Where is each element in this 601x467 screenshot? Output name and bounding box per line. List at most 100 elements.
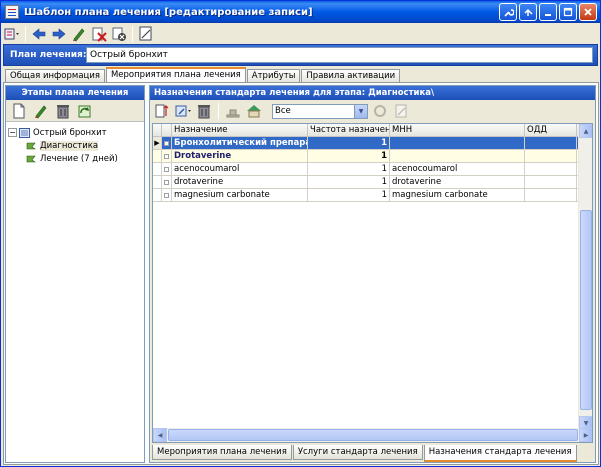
table-row[interactable]: acenocoumarol 1 acenocoumarol	[153, 163, 592, 176]
horizontal-scrollbar[interactable]: ◀ ▶	[153, 428, 592, 442]
cell-frequency: 1	[308, 163, 390, 176]
table-row[interactable]: Drotaverine 1	[153, 150, 592, 163]
stages-pane: Этапы плана лечения − Острый бронхит Диа…	[5, 85, 145, 463]
cell-odd	[525, 163, 577, 176]
stages-tree: − Острый бронхит Диагностика Лечение (7 …	[6, 122, 144, 169]
new-doc-icon[interactable]	[10, 102, 28, 120]
row-checkbox[interactable]	[162, 137, 172, 150]
plan-node-icon	[19, 127, 30, 138]
chevron-down-icon[interactable]: ▼	[354, 104, 367, 118]
tab-attributes[interactable]: Атрибуты	[246, 69, 301, 83]
tree-stage-label: Диагностика	[40, 140, 99, 151]
row-indicator-header	[153, 124, 162, 137]
row-indicator	[153, 163, 162, 176]
disabled-circle-icon	[371, 102, 389, 120]
vertical-scrollbar[interactable]: ▲ ▼	[578, 124, 592, 430]
wrench-icon[interactable]	[499, 3, 517, 21]
close-icon[interactable]	[579, 3, 597, 21]
prescriptions-toolbar: Все ▼	[150, 100, 595, 122]
app-icon	[5, 5, 19, 19]
main-window: Шаблон плана лечения [редактирование зап…	[0, 0, 601, 467]
column-header-name[interactable]: Назначение	[172, 124, 308, 137]
row-checkbox[interactable]	[162, 176, 172, 189]
cell-odd	[525, 137, 577, 150]
tab-standard-prescriptions[interactable]: Назначения стандарта лечения	[423, 445, 577, 462]
collapse-icon[interactable]: −	[8, 128, 17, 137]
row-indicator	[153, 176, 162, 189]
sort-icon[interactable]	[153, 102, 171, 120]
column-header-mnn[interactable]: МНН	[390, 124, 525, 137]
horizontal-scroll-thumb[interactable]	[168, 429, 578, 441]
table-row[interactable]: ▶ Бронхолитический препарат 1	[153, 137, 592, 150]
window-controls	[499, 3, 597, 21]
help-icon[interactable]	[519, 3, 537, 21]
cell-frequency: 1	[308, 137, 390, 150]
cell-odd	[525, 189, 577, 202]
edit-leaf-icon[interactable]	[32, 102, 50, 120]
cell-name: Drotaverine	[172, 150, 308, 163]
delete-icon[interactable]	[90, 25, 108, 43]
cell-mnn	[390, 137, 525, 150]
tab-standard-services[interactable]: Услуги стандарта лечения	[292, 445, 423, 460]
window-title: Шаблон плана лечения [редактирование зап…	[24, 6, 313, 18]
disabled-edit-icon	[392, 102, 410, 120]
table-row[interactable]: magnesium carbonate 1 magnesium carbonat…	[153, 189, 592, 202]
tree-stage-label: Лечение (7 дней)	[40, 153, 118, 164]
toolbar-separator	[132, 26, 133, 42]
filter-dropdown[interactable]: Все ▼	[272, 103, 368, 119]
scroll-right-icon[interactable]: ▶	[579, 428, 592, 442]
maximize-icon[interactable]	[559, 3, 577, 21]
minimize-icon[interactable]	[539, 3, 557, 21]
current-row-arrow-icon: ▶	[153, 137, 162, 150]
cell-name: magnesium carbonate	[172, 189, 308, 202]
tree-node-diagnostics[interactable]: Диагностика	[8, 139, 142, 152]
tab-plan-activities[interactable]: Мероприятия плана лечения	[105, 67, 246, 83]
prescriptions-header: Назначения стандарта лечения для этапа: …	[150, 86, 595, 100]
layout-icon[interactable]	[3, 25, 21, 43]
cell-mnn: acenocoumarol	[390, 163, 525, 176]
cell-frequency: 1	[308, 189, 390, 202]
title-bar[interactable]: Шаблон плана лечения [редактирование зап…	[1, 1, 600, 23]
column-header-frequency[interactable]: Частота назначения	[308, 124, 390, 137]
row-checkbox[interactable]	[162, 150, 172, 163]
cell-mnn: magnesium carbonate	[390, 189, 525, 202]
cell-name: drotaverine	[172, 176, 308, 189]
refresh-icon[interactable]	[76, 102, 94, 120]
trash-icon[interactable]	[195, 102, 213, 120]
plan-label: План лечения:	[10, 50, 87, 60]
tab-plan-activities-bottom[interactable]: Мероприятия плана лечения	[152, 445, 292, 460]
trash-icon[interactable]	[54, 102, 72, 120]
tab-general-info[interactable]: Общая информация	[5, 69, 105, 83]
add-prescription-icon[interactable]	[174, 102, 192, 120]
cell-name: acenocoumarol	[172, 163, 308, 176]
row-checkbox[interactable]	[162, 163, 172, 176]
toolbar-separator	[25, 26, 26, 42]
lift-up-icon[interactable]	[224, 102, 242, 120]
cell-mnn: drotaverine	[390, 176, 525, 189]
filter-value: Все	[275, 106, 291, 116]
scroll-up-icon[interactable]: ▲	[579, 124, 592, 138]
checkbox-header[interactable]	[162, 124, 172, 137]
scroll-left-icon[interactable]: ◀	[153, 428, 167, 442]
grid-header: Назначение Частота назначения МНН ОДД С	[153, 124, 592, 137]
row-checkbox[interactable]	[162, 189, 172, 202]
edit-leaf-icon[interactable]	[70, 25, 88, 43]
back-arrow-icon[interactable]	[30, 25, 48, 43]
forward-arrow-icon[interactable]	[50, 25, 68, 43]
scroll-thumb[interactable]	[580, 210, 592, 410]
edit-doc-icon[interactable]	[137, 25, 155, 43]
toolbar-separator	[218, 103, 219, 119]
bottom-tabs: Мероприятия плана лечения Услуги стандар…	[152, 445, 578, 462]
cancel-icon[interactable]	[110, 25, 128, 43]
home-icon[interactable]	[245, 102, 263, 120]
stage-node-icon	[26, 155, 36, 162]
plan-name-field[interactable]: Острый бронхит	[86, 47, 593, 63]
cell-name: Бронхолитический препарат	[172, 137, 308, 150]
cell-frequency: 1	[308, 150, 390, 163]
table-row[interactable]: drotaverine 1 drotaverine	[153, 176, 592, 189]
tree-node-root[interactable]: − Острый бронхит	[8, 126, 142, 139]
tab-activation-rules[interactable]: Правила активации	[301, 69, 401, 83]
tree-node-treatment[interactable]: Лечение (7 дней)	[8, 152, 142, 165]
prescriptions-pane: Назначения стандарта лечения для этапа: …	[149, 85, 596, 463]
column-header-odd[interactable]: ОДД	[525, 124, 577, 137]
